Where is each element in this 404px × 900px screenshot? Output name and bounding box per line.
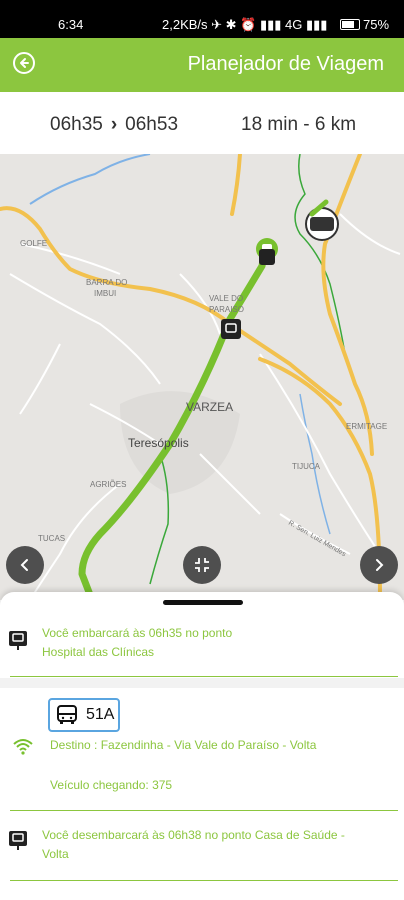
recenter-icon [195, 558, 209, 572]
map-canvas[interactable]: GOLFE BARRA DO IMBUI VALE DO PARAISO VAR… [0, 154, 404, 600]
wifi-signal-icon [13, 739, 33, 755]
map-label-teresopolis: Teresópolis [128, 436, 189, 450]
map-label-tijuca: TIJUCA [292, 462, 321, 471]
app-bar: Planejador de Viagem [0, 38, 404, 92]
map-view[interactable]: GOLFE BARRA DO IMBUI VALE DO PARAISO VAR… [0, 154, 404, 600]
bus-stop-marker-icon[interactable] [259, 249, 275, 265]
alighting-line-1: Você desembarcará às 06h38 no ponto Casa… [42, 828, 345, 842]
route-number: 51A [86, 706, 115, 723]
bus-stop-icon [9, 631, 27, 650]
system-nav-bar [0, 882, 404, 900]
bus-stop-marker-icon[interactable] [221, 319, 241, 339]
boarding-line-1: Você embarcará às 06h35 no ponto [42, 626, 233, 640]
map-label-tucas: TUCAS [38, 534, 65, 543]
status-indicators: 2,2KB/s ✈ ✱ ⏰ ▮▮▮ 4G ▮▮▮ [162, 17, 327, 33]
map-label-agrioes: AGRIÕES [90, 480, 126, 489]
alighting-step[interactable]: Você desembarcará às 06h38 no ponto Casa… [0, 826, 404, 876]
arrive-time: 06h53 [125, 114, 179, 135]
trip-times: 06h35 › 06h53 [50, 114, 178, 136]
status-time: 6:34 [58, 17, 84, 32]
boarding-text: Você embarcará às 06h35 no ponto Hospita… [42, 624, 382, 662]
map-next-button[interactable] [360, 546, 398, 584]
boarding-step[interactable]: Você embarcará às 06h35 no ponto Hospita… [0, 620, 404, 670]
divider [10, 676, 398, 677]
vehicle-arriving: Veículo chegando: 375 [50, 778, 173, 792]
battery-icon [340, 19, 360, 30]
battery-percent: 75% [363, 17, 390, 32]
status-bar: 6:34 2,2KB/s ✈ ✱ ⏰ ▮▮▮ 4G ▮▮▮ 75% [0, 0, 404, 38]
alighting-text: Você desembarcará às 06h38 no ponto Casa… [42, 826, 382, 864]
depart-time: 06h35 [50, 114, 103, 135]
back-circle-icon[interactable] [12, 51, 36, 75]
map-label-ermitage: ERMITAGE [346, 422, 387, 431]
section-band [0, 678, 404, 688]
chevron-right-icon: › [110, 114, 118, 135]
alighting-line-2: Volta [42, 847, 69, 861]
network-speed: 2,2KB/s [162, 17, 208, 32]
trip-duration-distance: 18 min - 6 km [241, 114, 357, 135]
route-destination: Destino : Fazendinha - Via Vale do Paraí… [50, 738, 317, 752]
page-title: Planejador de Viagem [187, 53, 384, 75]
trip-details-sheet[interactable]: Você embarcará às 06h35 no ponto Hospita… [0, 592, 404, 900]
status-icons: ✈ ✱ ⏰ ▮▮▮ 4G ▮▮▮ [211, 17, 328, 32]
map-label-vale-2: PARAISO [209, 305, 244, 314]
map-label-barra-1: BARRA DO [86, 278, 127, 287]
map-label-varzea: VARZEA [186, 400, 233, 414]
trip-summary: 06h35 › 06h53 18 min - 6 km [0, 92, 404, 155]
divider [10, 810, 398, 811]
bus-stop-icon [9, 831, 27, 850]
bus-icon [57, 705, 77, 724]
divider [10, 880, 398, 881]
map-prev-button[interactable] [6, 546, 44, 584]
sheet-drag-handle[interactable] [163, 600, 243, 605]
map-label-barra-2: IMBUI [94, 289, 116, 298]
boarding-line-2: Hospital das Clínicas [42, 645, 155, 659]
chevron-right-icon [376, 559, 384, 571]
map-recenter-button[interactable] [183, 546, 221, 584]
map-label-golfe: GOLFE [20, 239, 47, 248]
map-label-vale-1: VALE DO [209, 294, 243, 303]
chevron-left-icon [20, 559, 28, 571]
route-badge[interactable]: 51A [48, 698, 120, 732]
